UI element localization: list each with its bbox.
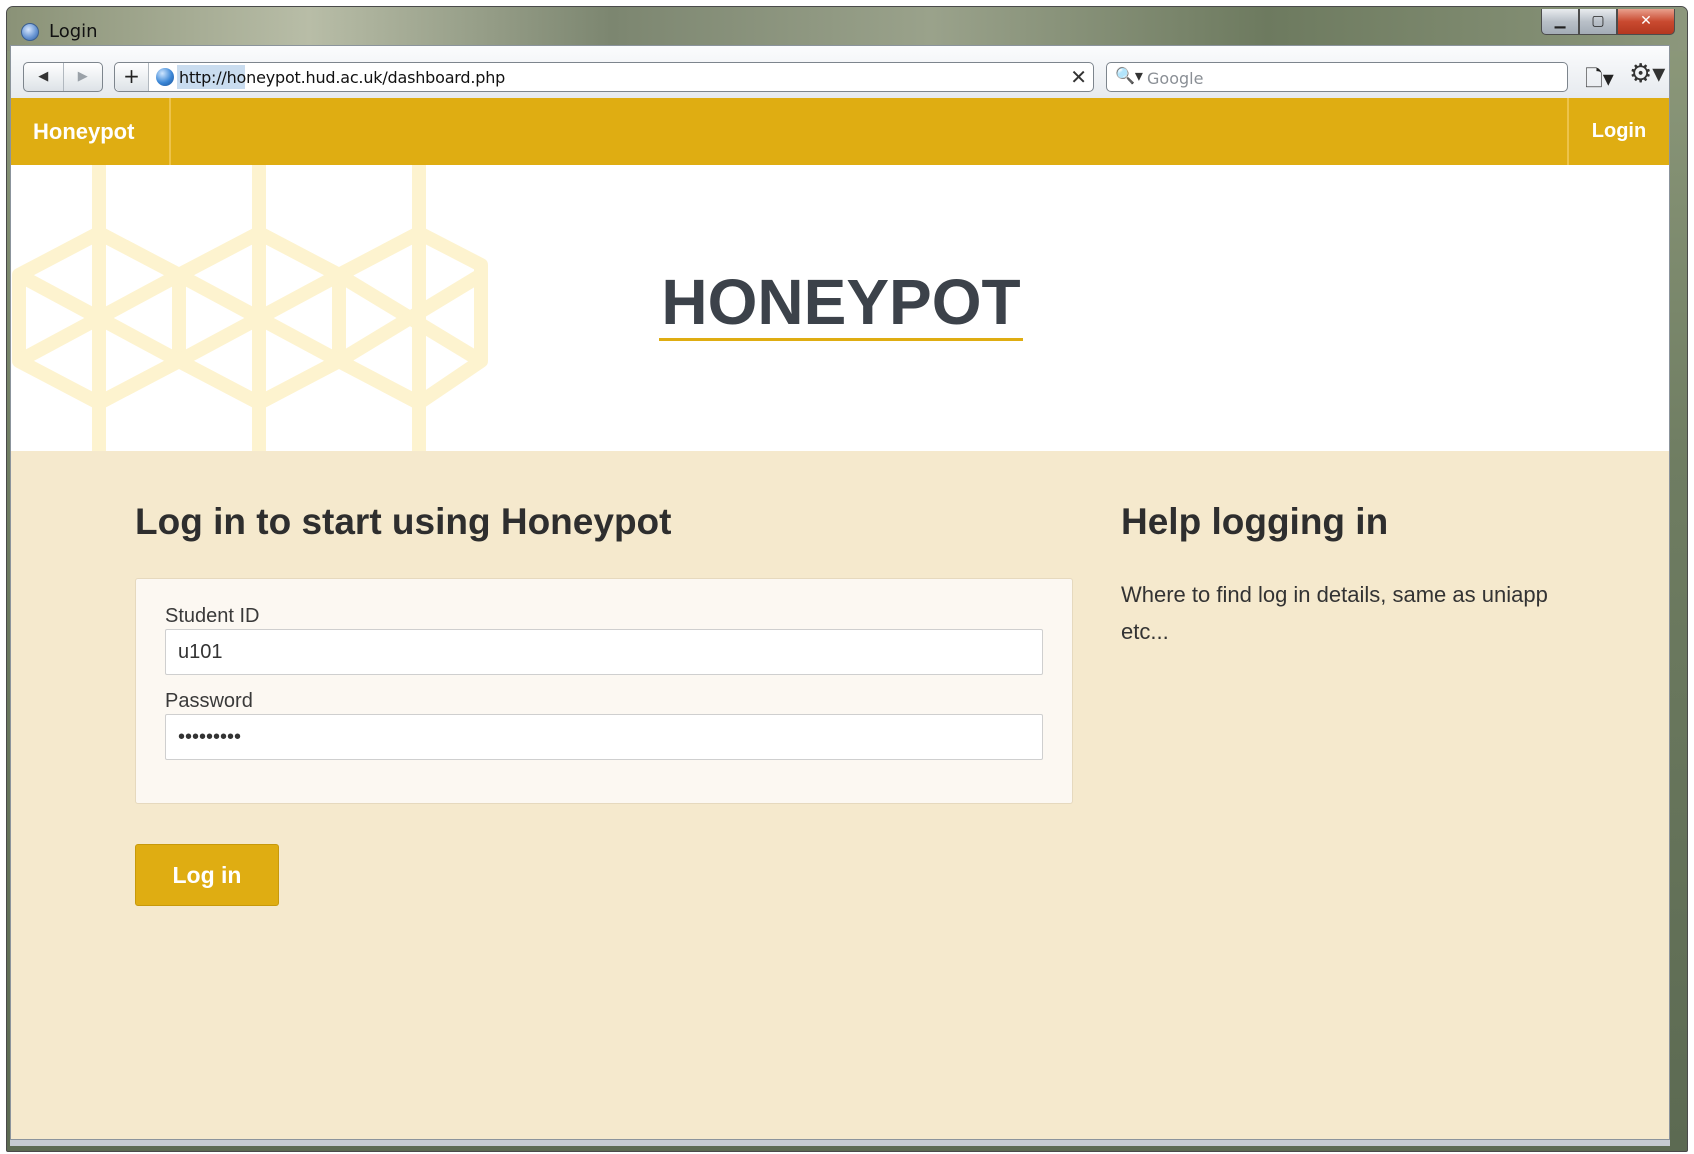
nav-login-link[interactable]: Login xyxy=(1567,98,1669,165)
history-navigation: ◀ ▶ xyxy=(23,62,103,92)
window-controls: ▁ ▢ ✕ xyxy=(1541,9,1675,35)
student-id-label: Student ID xyxy=(165,605,260,627)
search-placeholder: Google xyxy=(1147,69,1204,88)
add-bookmark-button[interactable]: + xyxy=(115,63,149,91)
help-heading: Help logging in xyxy=(1121,501,1389,542)
settings-gear-icon[interactable]: ⚙▾ xyxy=(1629,59,1665,89)
page-menu-icon[interactable]: 🗋▾ xyxy=(1585,62,1614,100)
student-id-input[interactable] xyxy=(165,629,1043,675)
password-input[interactable] xyxy=(165,714,1043,760)
help-text: Where to find log in details, same as un… xyxy=(1121,582,1548,644)
browser-app-icon xyxy=(21,23,39,41)
hero-title: HONEYPOT xyxy=(11,265,1669,341)
minimize-button[interactable]: ▁ xyxy=(1541,9,1579,35)
log-in-button[interactable]: Log in xyxy=(135,844,279,906)
password-label: Password xyxy=(165,690,253,712)
search-bar[interactable]: 🔍▾ Google xyxy=(1106,62,1568,92)
close-button[interactable]: ✕ xyxy=(1617,9,1675,35)
window-title: Login xyxy=(49,21,98,42)
forward-button[interactable]: ▶ xyxy=(64,63,103,91)
clear-url-icon[interactable]: ✕ xyxy=(1070,65,1087,89)
maximize-button[interactable]: ▢ xyxy=(1579,9,1617,35)
globe-icon xyxy=(156,68,174,86)
main-content: Log in to start using Honeypot Student I… xyxy=(11,451,1669,1139)
browser-toolbar: ◀ ▶ + http://honeypot.hud.ac.uk/dashboar… xyxy=(10,45,1670,105)
address-bar[interactable]: + http://honeypot.hud.ac.uk/dashboard.ph… xyxy=(114,62,1094,92)
hero-banner: HONEYPOT xyxy=(11,165,1669,451)
hero-title-text: HONEYPOT xyxy=(659,266,1023,341)
brand-link[interactable]: Honeypot xyxy=(11,98,171,165)
site-navbar: Honeypot Login xyxy=(11,98,1669,165)
page-viewport: Honeypot Login HONEYPOT Log in to start … xyxy=(10,98,1670,1139)
window-bottom-edge xyxy=(10,1139,1670,1146)
login-heading: Log in to start using Honeypot xyxy=(135,501,672,542)
search-icon[interactable]: 🔍▾ xyxy=(1115,66,1143,85)
url-text[interactable]: http://honeypot.hud.ac.uk/dashboard.php xyxy=(179,68,505,87)
back-button[interactable]: ◀ xyxy=(24,63,64,91)
login-form-panel: Student ID Password xyxy=(135,578,1073,804)
